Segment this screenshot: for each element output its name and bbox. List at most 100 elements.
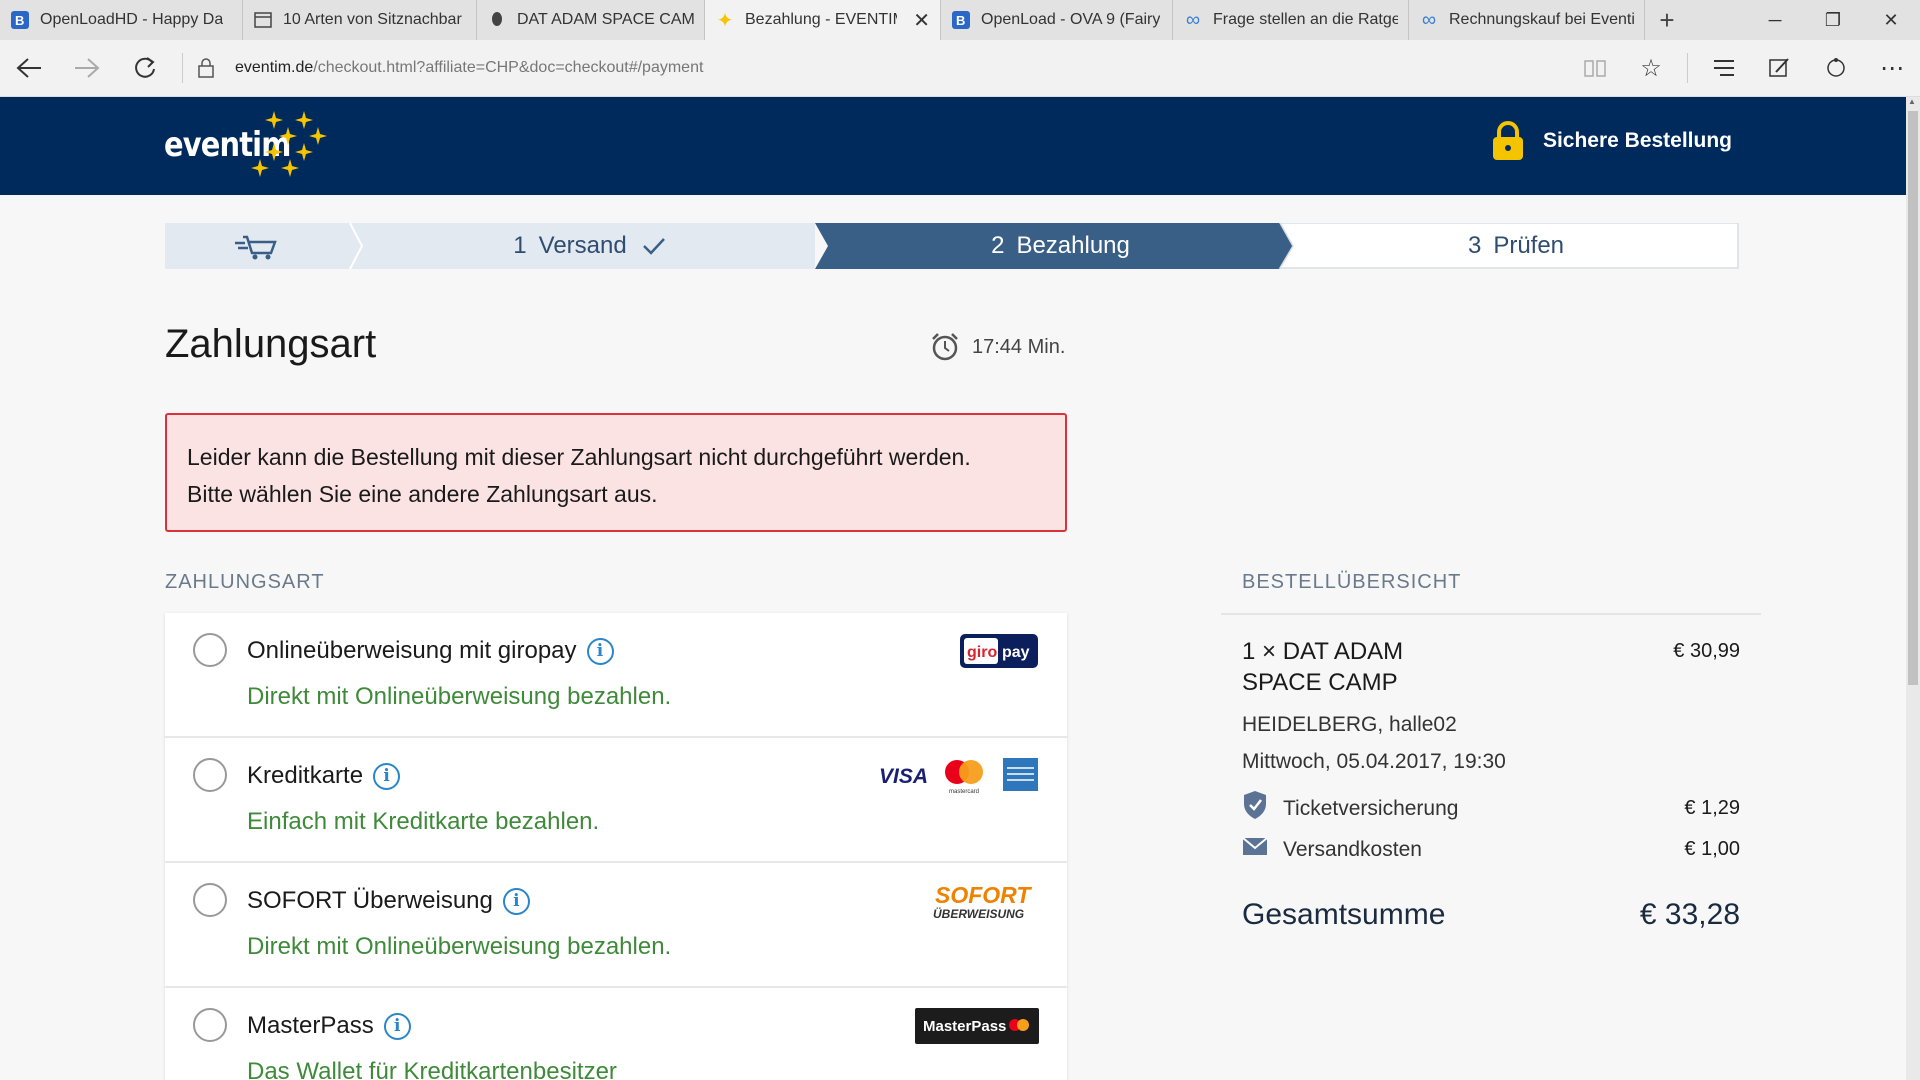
secure-order-badge: Sichere Bestellung [1491, 121, 1732, 161]
payment-option-sofort[interactable]: SOFORT Überweisung i Direkt mit Onlineüb… [165, 863, 1067, 988]
browser-tab-active[interactable]: ✦ Bezahlung - EVENTIM ✕ [705, 0, 941, 40]
payment-option-masterpass[interactable]: MasterPass i Das Wallet für Kreditkarten… [165, 988, 1067, 1080]
scrollbar-thumb[interactable] [1908, 111, 1918, 685]
insurance-label: Ticketversicherung [1283, 797, 1459, 820]
address-bar: eventim.de/checkout.html?affiliate=CHP&d… [0, 40, 1920, 97]
tab-title: Frage stellen an die Ratge [1213, 11, 1398, 28]
forward-arrow-icon [75, 58, 100, 78]
radio-button[interactable] [193, 1008, 227, 1042]
url-domain: eventim.de [235, 59, 314, 76]
payment-option-description: Direkt mit Onlineüberweisung bezahlen. [247, 683, 672, 710]
back-button[interactable] [0, 40, 58, 97]
star-icon: ✦ [716, 9, 734, 32]
payment-option-kreditkarte[interactable]: Kreditkarte i Einfach mit Kreditkarte be… [165, 738, 1067, 863]
restore-icon[interactable]: ❐ [1804, 0, 1862, 40]
info-icon[interactable]: i [383, 1012, 411, 1040]
close-window-icon[interactable]: ✕ [1862, 0, 1920, 40]
payment-option-giropay[interactable]: Onlineüberweisung mit giropay i Direkt m… [165, 613, 1067, 738]
step-label: Prüfen [1493, 232, 1565, 259]
radio-button[interactable] [193, 883, 227, 917]
shield-check-icon [1242, 790, 1268, 825]
url-path: /checkout.html?affiliate=CHP&doc=checkou… [313, 59, 704, 76]
browser-tab[interactable]: B OpenLoad - OVA 9 (Fairy [941, 0, 1173, 40]
step-versand[interactable]: 1 Versand [365, 223, 815, 269]
payment-option-name: SOFORT Überweisung i [247, 887, 530, 915]
radio-button[interactable] [193, 758, 227, 792]
masterpass-logo-text: MasterPass [923, 1018, 1006, 1035]
timer-value: 17:44 Min. [972, 335, 1066, 358]
tab-title: OpenLoadHD - Happy Da [40, 11, 224, 28]
tab-title: DAT ADAM SPACE CAMP [517, 11, 694, 28]
step-number: 1 [513, 232, 527, 259]
web-note-icon[interactable] [1752, 56, 1808, 80]
payment-option-description: Einfach mit Kreditkarte bezahlen. [247, 808, 600, 835]
hub-icon[interactable] [1696, 59, 1752, 77]
svg-text:B: B [15, 13, 24, 28]
refresh-button[interactable] [116, 40, 174, 97]
payment-option-name: Kreditkarte i [247, 762, 401, 790]
share-icon[interactable] [1808, 56, 1864, 80]
payment-method-list: Onlineüberweisung mit giropay i Direkt m… [165, 613, 1067, 1080]
checkmark-icon [642, 238, 665, 255]
svg-text:B: B [956, 13, 965, 28]
step-label: Bezahlung [1016, 232, 1130, 259]
info-icon[interactable]: i [373, 762, 401, 790]
blogger-icon: B [10, 10, 30, 30]
page-scrollbar[interactable]: ▲ [1906, 97, 1920, 1080]
payment-option-description: Direkt mit Onlineüberweisung bezahlen. [247, 933, 672, 960]
session-timer: 17:44 Min. [930, 332, 1065, 362]
error-message-line: Leider kann die Bestellung mit dieser Za… [187, 444, 971, 470]
browser-tab[interactable]: ∞ Rechnungskauf bei Eventi [1409, 0, 1645, 40]
favorite-star-icon[interactable]: ☆ [1623, 54, 1679, 83]
radio-button[interactable] [193, 633, 227, 667]
forward-button[interactable] [58, 40, 116, 97]
browser-tab[interactable]: B OpenLoadHD - Happy Da [0, 0, 243, 40]
refresh-icon [135, 57, 155, 78]
giropay-logo-giro: giro [967, 644, 997, 661]
amex-logo [1003, 758, 1038, 791]
order-summary-label: BESTELLÜBERSICHT [1242, 571, 1462, 593]
more-icon[interactable]: ⋯ [1864, 54, 1920, 83]
event-date: Mittwoch, 05.04.2017, 19:30 [1242, 750, 1506, 773]
scroll-up-icon[interactable]: ▲ [1908, 97, 1916, 106]
browser-tab[interactable]: ∞ Frage stellen an die Ratge [1173, 0, 1409, 40]
checkout-steps: 1 Versand 2 Bezahlung 3 Prüfen [165, 223, 1739, 269]
shipping-price: € 1,00 [1684, 838, 1740, 860]
info-icon[interactable]: i [586, 637, 614, 665]
step-number: 2 [991, 232, 1005, 259]
event-venue: HEIDELBERG, halle02 [1242, 713, 1457, 736]
site-header: eventim Sichere Bestellung [0, 97, 1906, 195]
sofort-logo-top: SOFORT [935, 883, 1032, 908]
lock-icon[interactable] [191, 58, 221, 78]
reading-view-icon[interactable] [1567, 58, 1623, 78]
tab-title: Rechnungskauf bei Eventi [1449, 11, 1634, 28]
browser-tab[interactable]: 10 Arten von Sitznachbar [243, 0, 477, 40]
order-item-price: € 30,99 [1673, 640, 1740, 662]
minimize-icon[interactable]: ─ [1746, 0, 1804, 40]
browser-tab[interactable]: DAT ADAM SPACE CAMP [477, 0, 705, 40]
visa-logo: VISA [879, 765, 928, 788]
giropay-logo: giro pay [959, 633, 1039, 674]
infinity-icon: ∞ [1185, 8, 1201, 31]
cart-icon[interactable] [225, 223, 285, 269]
info-icon[interactable]: i [502, 887, 530, 915]
eventim-logo[interactable]: eventim [164, 105, 334, 187]
close-icon[interactable]: ✕ [913, 8, 930, 33]
payment-option-name: MasterPass i [247, 1012, 411, 1040]
tab-title: 10 Arten von Sitznachbar [283, 11, 462, 28]
back-arrow-icon [16, 58, 41, 78]
divider [1221, 613, 1761, 615]
page-icon [253, 10, 273, 30]
page-title: Zahlungsart [165, 322, 377, 366]
new-tab-button[interactable]: + [1645, 0, 1689, 40]
browser-toolbar: ☆ ⋯ [1567, 40, 1920, 97]
payment-option-description: Das Wallet für Kreditkartenbesitzer [247, 1058, 617, 1080]
step-label: Versand [538, 232, 627, 259]
mastercard-logo-text: mastercard [949, 789, 979, 794]
tab-title: OpenLoad - OVA 9 (Fairy [981, 11, 1161, 28]
url-field[interactable]: eventim.de/checkout.html?affiliate=CHP&d… [235, 59, 703, 77]
divider [182, 53, 183, 83]
padlock-icon [1492, 121, 1523, 160]
stars-icon [251, 111, 327, 177]
payment-option-name: Onlineüberweisung mit giropay i [247, 637, 614, 665]
